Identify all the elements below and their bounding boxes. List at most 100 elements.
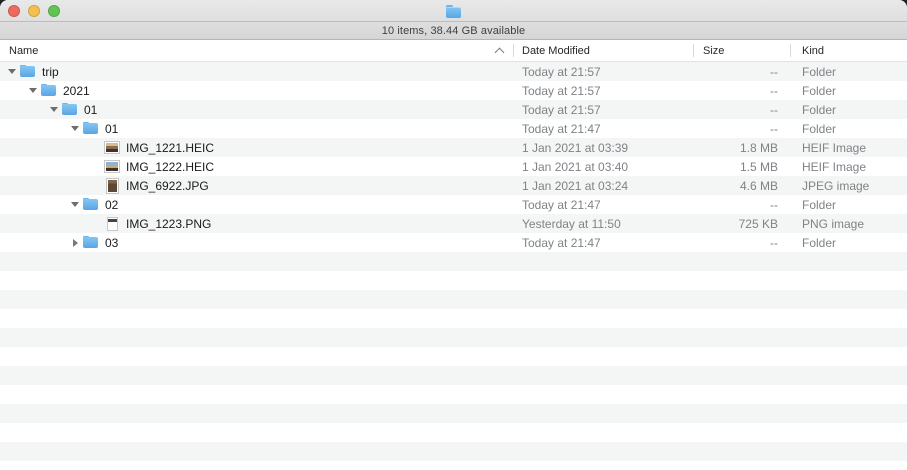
list-row[interactable]: IMG_6922.JPG 1 Jan 2021 at 03:24 4.6 MB …	[0, 176, 907, 195]
file-list: trip Today at 21:57 -- Folder 2021 Today…	[0, 62, 907, 470]
list-row[interactable]: 2021 Today at 21:57 -- Folder	[0, 81, 907, 100]
kind-cell: Folder	[790, 119, 907, 138]
status-bar: 10 items, 38.44 GB available	[0, 22, 907, 40]
size-cell: --	[693, 119, 790, 138]
column-label-size: Size	[703, 45, 724, 57]
date-modified-cell: Today at 21:47	[513, 233, 693, 252]
disclosure-triangle-icon[interactable]	[68, 233, 82, 252]
name-cell: 2021	[0, 81, 513, 100]
file-name: IMG_1223.PNG	[126, 217, 211, 231]
disclosure-triangle-icon	[89, 138, 103, 157]
size-cell: --	[693, 100, 790, 119]
kind-cell: Folder	[790, 233, 907, 252]
column-header-date-modified[interactable]: Date Modified	[513, 40, 693, 61]
file-name: 01	[105, 122, 118, 136]
kind-cell: JPEG image	[790, 176, 907, 195]
folder-icon	[82, 195, 100, 214]
date-modified-cell: Today at 21:57	[513, 62, 693, 81]
folder-icon	[82, 119, 100, 138]
sort-ascending-icon	[495, 48, 505, 58]
kind-cell: Folder	[790, 62, 907, 81]
folder-icon	[61, 100, 79, 119]
folder-icon	[40, 81, 58, 100]
proxy-folder-icon[interactable]	[445, 3, 462, 18]
list-row[interactable]: IMG_1222.HEIC 1 Jan 2021 at 03:40 1.5 MB…	[0, 157, 907, 176]
name-cell: IMG_1222.HEIC	[0, 157, 513, 176]
date-modified-cell: Yesterday at 11:50	[513, 214, 693, 233]
size-cell: 1.8 MB	[693, 138, 790, 157]
minimize-button[interactable]	[28, 5, 40, 17]
file-name: 2021	[63, 84, 90, 98]
size-cell: --	[693, 233, 790, 252]
disclosure-triangle-icon	[89, 157, 103, 176]
date-modified-cell: 1 Jan 2021 at 03:39	[513, 138, 693, 157]
date-modified-cell: 1 Jan 2021 at 03:24	[513, 176, 693, 195]
kind-cell: PNG image	[790, 214, 907, 233]
list-row[interactable]: 03 Today at 21:47 -- Folder	[0, 233, 907, 252]
disclosure-triangle-icon	[89, 214, 103, 233]
disclosure-triangle-icon[interactable]	[26, 81, 40, 100]
disclosure-triangle-icon	[89, 176, 103, 195]
column-header-row: Name Date Modified Size Kind	[0, 40, 907, 62]
date-modified-cell: 1 Jan 2021 at 03:40	[513, 157, 693, 176]
kind-cell: Folder	[790, 81, 907, 100]
column-header-size[interactable]: Size	[693, 40, 790, 61]
name-cell: IMG_6922.JPG	[0, 176, 513, 195]
disclosure-triangle-icon[interactable]	[68, 195, 82, 214]
kind-cell: Folder	[790, 100, 907, 119]
name-cell: 01	[0, 119, 513, 138]
folder-icon	[82, 233, 100, 252]
size-cell: --	[693, 81, 790, 100]
size-cell: 4.6 MB	[693, 176, 790, 195]
list-row[interactable]: IMG_1221.HEIC 1 Jan 2021 at 03:39 1.8 MB…	[0, 138, 907, 157]
date-modified-cell: Today at 21:47	[513, 195, 693, 214]
date-modified-cell: Today at 21:57	[513, 100, 693, 119]
title-proxy-area	[0, 0, 907, 21]
name-cell: 03	[0, 233, 513, 252]
file-name: IMG_1222.HEIC	[126, 160, 214, 174]
date-modified-cell: Today at 21:57	[513, 81, 693, 100]
size-cell: 1.5 MB	[693, 157, 790, 176]
column-header-name[interactable]: Name	[0, 40, 513, 61]
list-row[interactable]: IMG_1223.PNG Yesterday at 11:50 725 KB P…	[0, 214, 907, 233]
size-cell: --	[693, 62, 790, 81]
photo-sunset-icon	[103, 138, 121, 157]
kind-cell: HEIF Image	[790, 157, 907, 176]
folder-icon	[19, 62, 37, 81]
column-label-name: Name	[9, 45, 38, 57]
name-cell: 02	[0, 195, 513, 214]
file-name: 02	[105, 198, 118, 212]
photo-sky-icon	[103, 157, 121, 176]
disclosure-triangle-icon[interactable]	[68, 119, 82, 138]
kind-cell: HEIF Image	[790, 138, 907, 157]
finder-window: 10 items, 38.44 GB available Name Date M…	[0, 0, 907, 470]
date-modified-cell: Today at 21:47	[513, 119, 693, 138]
list-row[interactable]: trip Today at 21:57 -- Folder	[0, 62, 907, 81]
list-row[interactable]: 01 Today at 21:57 -- Folder	[0, 100, 907, 119]
close-button[interactable]	[8, 5, 20, 17]
file-name: 03	[105, 236, 118, 250]
name-cell: IMG_1221.HEIC	[0, 138, 513, 157]
column-header-kind[interactable]: Kind	[790, 40, 907, 61]
list-row[interactable]: 02 Today at 21:47 -- Folder	[0, 195, 907, 214]
photo-portrait-icon	[103, 176, 121, 195]
name-cell: trip	[0, 62, 513, 81]
column-label-kind: Kind	[802, 45, 824, 57]
file-name: 01	[84, 103, 97, 117]
traffic-lights	[8, 5, 60, 17]
zoom-button[interactable]	[48, 5, 60, 17]
disclosure-triangle-icon[interactable]	[47, 100, 61, 119]
size-cell: --	[693, 195, 790, 214]
name-cell: 01	[0, 100, 513, 119]
status-text: 10 items, 38.44 GB available	[382, 25, 525, 37]
column-label-date-modified: Date Modified	[522, 45, 590, 57]
title-bar[interactable]	[0, 0, 907, 22]
file-name: IMG_1221.HEIC	[126, 141, 214, 155]
kind-cell: Folder	[790, 195, 907, 214]
list-row[interactable]: 01 Today at 21:47 -- Folder	[0, 119, 907, 138]
file-name: trip	[42, 65, 59, 79]
png-document-icon	[103, 214, 121, 233]
size-cell: 725 KB	[693, 214, 790, 233]
disclosure-triangle-icon[interactable]	[5, 62, 19, 81]
file-name: IMG_6922.JPG	[126, 179, 209, 193]
